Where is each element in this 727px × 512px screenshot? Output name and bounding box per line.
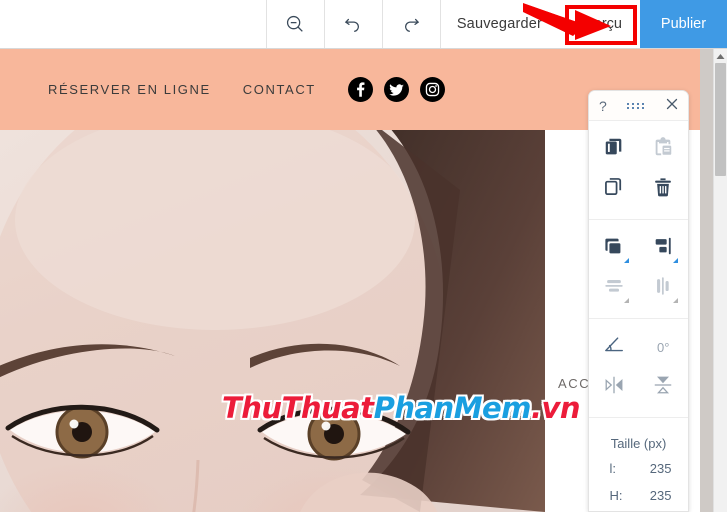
undo-button[interactable] (323, 0, 382, 48)
facebook-icon[interactable] (347, 77, 373, 102)
arrange-dropdown-caret[interactable] (623, 258, 629, 263)
redo-button[interactable] (381, 0, 440, 48)
close-icon[interactable] (666, 97, 678, 115)
arrange-row-2 (589, 268, 688, 308)
duplicate-button[interactable] (589, 169, 639, 209)
size-height-input[interactable]: 235 (632, 488, 678, 503)
rotate-button[interactable] (589, 327, 639, 367)
magnifier-minus-icon (284, 13, 306, 35)
clipboard-row-1 (589, 129, 688, 169)
flip-vertical-icon (651, 374, 675, 401)
nav-item-reserver[interactable]: RÉSERVER EN LIGNE (48, 82, 211, 97)
copy-button[interactable] (589, 129, 639, 169)
distribute-vertical-caret (623, 298, 629, 303)
arrange-layers-icon (603, 235, 625, 262)
distribute-vertical-button (589, 268, 639, 308)
distribute-horizontal-caret (673, 298, 678, 303)
angle-rotate-icon (602, 334, 626, 361)
undo-arrow-icon (342, 13, 364, 35)
twitter-icon[interactable] (383, 77, 409, 102)
publish-button[interactable]: Publier (640, 0, 727, 48)
rotation-angle-field[interactable]: 0° (639, 327, 689, 367)
vertical-scrollbar[interactable] (713, 49, 727, 512)
copy-icon (603, 136, 625, 163)
align-icon (652, 235, 674, 262)
arrange-section (589, 220, 688, 319)
site-nav: RÉSERVER EN LIGNE CONTACT (48, 77, 445, 102)
flip-vertical-button[interactable] (639, 367, 689, 407)
size-section-title: Taille (px) (610, 436, 667, 451)
hero-portrait-image[interactable] (0, 130, 545, 512)
preview-button[interactable]: Aperçu (558, 0, 640, 48)
arrange-row-1 (589, 228, 688, 268)
instagram-icon[interactable] (419, 77, 445, 102)
delete-button[interactable] (639, 169, 689, 209)
size-section: Taille (px) l: 235 H: 235 (589, 418, 688, 511)
distribute-horizontal-icon (652, 275, 674, 302)
save-button[interactable]: Sauvegarder (439, 0, 558, 48)
align-button[interactable] (639, 228, 689, 268)
scrollbar-thumb[interactable] (715, 63, 726, 176)
transform-row-1: 0° (589, 327, 688, 367)
distribute-vertical-icon (603, 275, 625, 302)
nav-item-contact[interactable]: CONTACT (243, 82, 316, 97)
scroll-up-arrow-icon[interactable] (714, 49, 727, 63)
size-width-label: l: (609, 461, 617, 476)
distribute-horizontal-button (639, 268, 689, 308)
help-icon[interactable]: ? (599, 98, 607, 114)
duplicate-icon (603, 176, 625, 203)
panel-header[interactable]: ? (589, 91, 688, 121)
rotation-angle-value: 0° (657, 339, 670, 355)
redo-arrow-icon (400, 13, 422, 35)
clipboard-section (589, 121, 688, 220)
clipboard-row-2 (589, 169, 688, 209)
editor-window: Sauvegarder Aperçu Publier RÉSERVER EN L… (0, 0, 727, 512)
transform-section: 0° (589, 319, 688, 418)
flip-horizontal-icon (602, 374, 626, 401)
drag-dots-icon[interactable] (627, 102, 645, 109)
size-width-input[interactable]: 235 (632, 461, 678, 476)
social-links (347, 77, 445, 102)
transform-row-2 (589, 367, 688, 407)
zoom-out-button[interactable] (265, 0, 324, 48)
object-tools-panel[interactable]: ? 0° Taille (px) l: 235 H: 235 (588, 90, 689, 512)
size-height-label: H: (609, 488, 623, 503)
align-dropdown-caret[interactable] (673, 258, 678, 263)
size-width-row: l: 235 (589, 455, 688, 482)
delete-trash-icon (652, 176, 674, 203)
arrange-button[interactable] (589, 228, 639, 268)
size-height-row: H: 235 (589, 482, 688, 509)
editor-toolbar: Sauvegarder Aperçu Publier (0, 0, 727, 49)
flip-horizontal-button[interactable] (589, 367, 639, 407)
paste-button (639, 129, 689, 169)
paste-icon (652, 136, 674, 163)
portrait-photo (0, 130, 545, 512)
